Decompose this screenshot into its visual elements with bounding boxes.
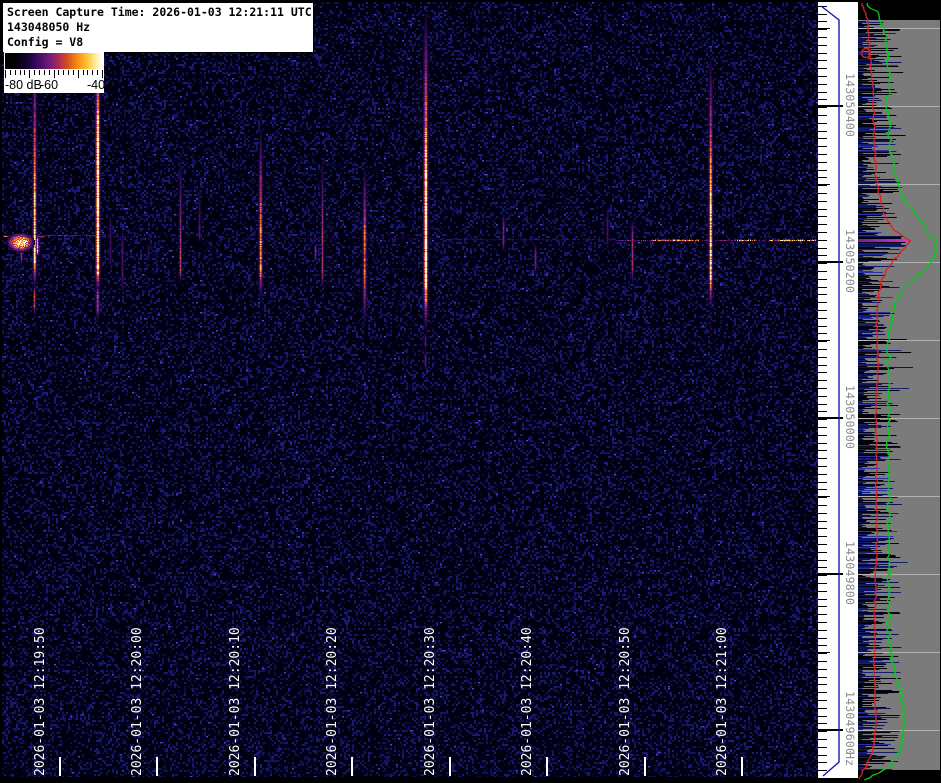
db-label-min: -80 dB — [5, 78, 42, 92]
frequency-label: 143050000 — [844, 385, 857, 449]
time-label: 2026-01-03 12:20:50 — [618, 627, 631, 776]
capture-time-line: Screen Capture Time: 2026-01-03 12:21:11… — [7, 5, 313, 20]
time-label: 2026-01-03 12:21:00 — [715, 627, 728, 776]
time-tick — [59, 757, 61, 776]
time-tick — [741, 757, 743, 776]
time-tick — [254, 757, 256, 776]
speclab-screen-capture: Screen Capture Time: 2026-01-03 12:21:11… — [0, 0, 941, 783]
color-scale-legend: -80 dB -60 -40 — [4, 52, 104, 93]
capture-frequency-line: 143048050 Hz — [7, 20, 313, 35]
time-tick — [351, 757, 353, 776]
frequency-label: 143050200 — [844, 229, 857, 293]
frequency-unit-label: Hz — [844, 752, 857, 766]
frequency-label: 143050400 — [844, 73, 857, 137]
time-label: 2026-01-03 12:19:50 — [33, 627, 46, 776]
time-tick — [156, 757, 158, 776]
color-scale-labels: -80 dB -60 -40 — [4, 78, 104, 92]
db-label-max: -40 — [87, 78, 105, 92]
capture-info-box: Screen Capture Time: 2026-01-03 12:21:11… — [2, 2, 314, 53]
time-label: 2026-01-03 12:20:20 — [325, 627, 338, 776]
frequency-label: 143049600 — [844, 691, 857, 755]
frequency-pointer-line — [821, 6, 839, 776]
time-label: 2026-01-03 12:20:10 — [228, 627, 241, 776]
time-tick — [644, 757, 646, 776]
time-tick — [449, 757, 451, 776]
frequency-label: 143049800 — [844, 541, 857, 605]
time-tick — [546, 757, 548, 776]
time-label: 2026-01-03 12:20:30 — [423, 627, 436, 776]
db-label-mid: -60 — [40, 78, 58, 92]
time-label: 2026-01-03 12:20:00 — [130, 627, 143, 776]
spectrogram-waterfall-canvas — [0, 0, 818, 783]
color-scale-gradient — [5, 53, 103, 69]
time-label: 2026-01-03 12:20:40 — [520, 627, 533, 776]
capture-config-line: Config = V8 — [7, 35, 313, 50]
